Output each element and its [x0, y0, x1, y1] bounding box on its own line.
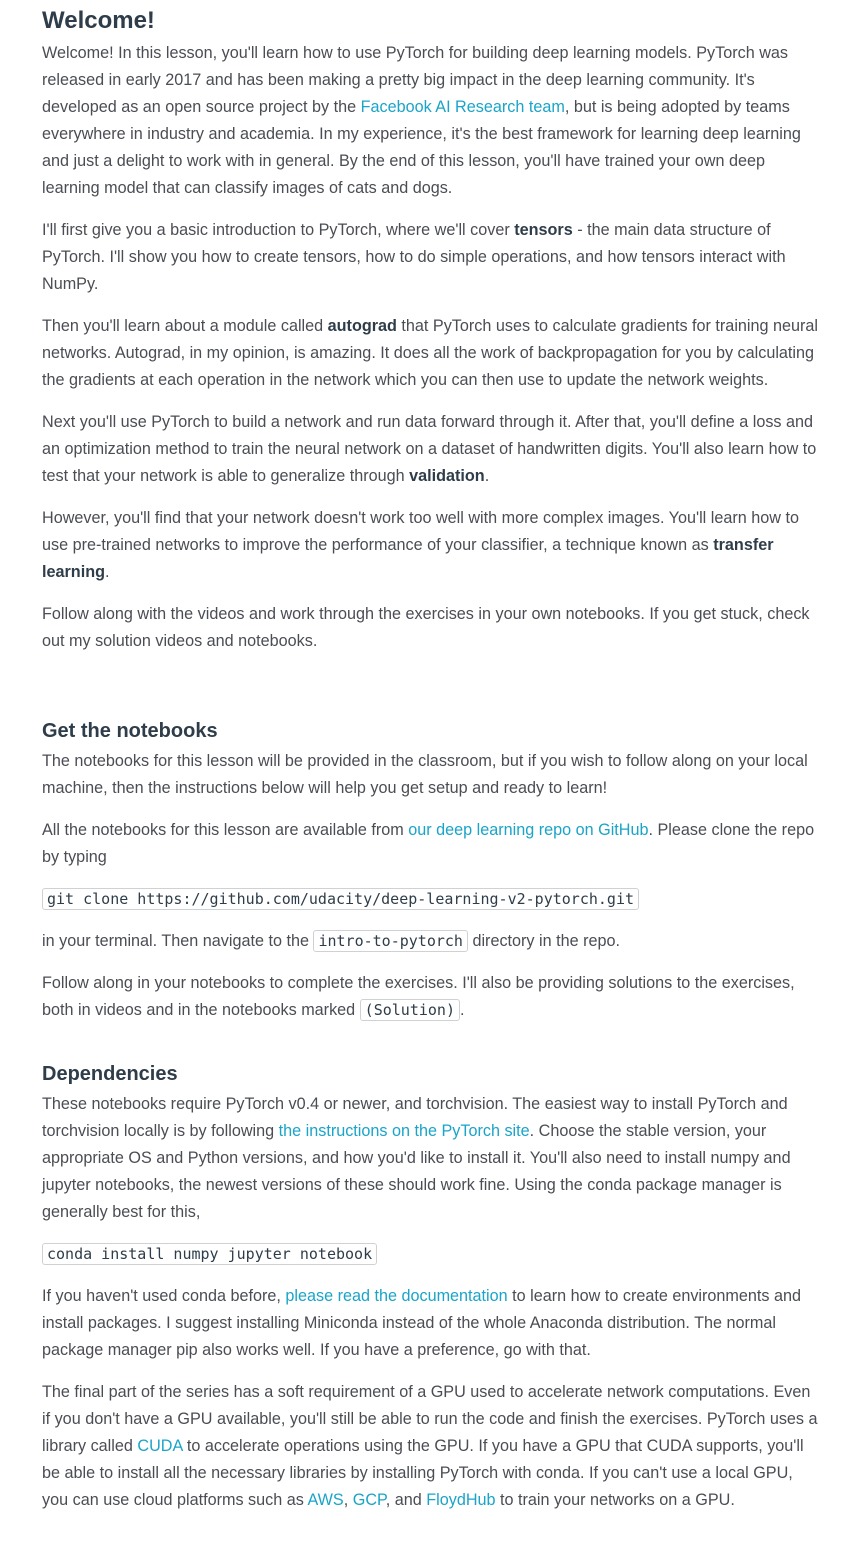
notebooks-section: Get the notebooks The notebooks for this… — [42, 718, 822, 1039]
welcome-paragraph-1: Welcome! In this lesson, you'll learn ho… — [42, 44, 801, 197]
notebooks-paragraph-1: The notebooks for this lesson will be pr… — [42, 752, 808, 797]
git-clone-command[interactable]: git clone https://github.com/udacity/dee… — [42, 888, 639, 910]
notebooks-paragraph-4: Follow along in your notebooks to comple… — [42, 974, 795, 1021]
dependencies-paragraph-3: The final part of the series has a soft … — [42, 1383, 818, 1509]
dependencies-paragraph-2: If you haven't used conda before, please… — [42, 1287, 802, 1359]
floydhub-link[interactable]: FloydHub — [426, 1491, 495, 1509]
facebook-ai-research-link[interactable]: Facebook AI Research team — [361, 98, 565, 116]
install-command-block: conda install numpy jupyter notebook — [42, 1241, 822, 1268]
tensors-term: tensors — [514, 221, 573, 239]
github-repo-link[interactable]: our deep learning repo on GitHub — [408, 821, 648, 839]
cuda-link[interactable]: CUDA — [137, 1437, 182, 1455]
conda-documentation-link[interactable]: please read the documentation — [285, 1287, 507, 1305]
dependencies-paragraph-1: These notebooks require PyTorch v0.4 or … — [42, 1095, 791, 1221]
gcp-link[interactable]: GCP — [353, 1491, 386, 1509]
intro-to-pytorch-code: intro-to-pytorch — [313, 930, 468, 952]
page-title: Welcome! — [42, 7, 155, 34]
clone-command-block: git clone https://github.com/udacity/dee… — [42, 886, 822, 913]
dependencies-heading: Dependencies — [42, 1063, 178, 1085]
autograd-term: autograd — [327, 317, 397, 335]
notebooks-paragraph-2: All the notebooks for this lesson are av… — [42, 821, 815, 866]
welcome-paragraph-5: However, you'll find that your network d… — [42, 509, 799, 581]
pytorch-instructions-link[interactable]: the instructions on the PyTorch site — [279, 1122, 530, 1140]
validation-term: validation — [409, 467, 485, 485]
welcome-paragraph-3: Then you'll learn about a module called … — [42, 317, 819, 389]
conda-install-command[interactable]: conda install numpy jupyter notebook — [42, 1243, 378, 1265]
dependencies-section: Dependencies These notebooks require PyT… — [42, 1061, 822, 1529]
notebooks-paragraph-3: in your terminal. Then navigate to the i… — [42, 930, 621, 952]
welcome-paragraph-6: Follow along with the videos and work th… — [42, 605, 810, 650]
welcome-paragraph-2: I'll first give you a basic introduction… — [42, 221, 786, 293]
welcome-paragraph-4: Next you'll use PyTorch to build a netwo… — [42, 413, 817, 485]
welcome-section: Welcome! Welcome! In this lesson, you'll… — [42, 0, 822, 670]
aws-link[interactable]: AWS — [307, 1491, 343, 1509]
notebooks-heading: Get the notebooks — [42, 720, 218, 742]
solution-code: (Solution) — [359, 999, 460, 1021]
